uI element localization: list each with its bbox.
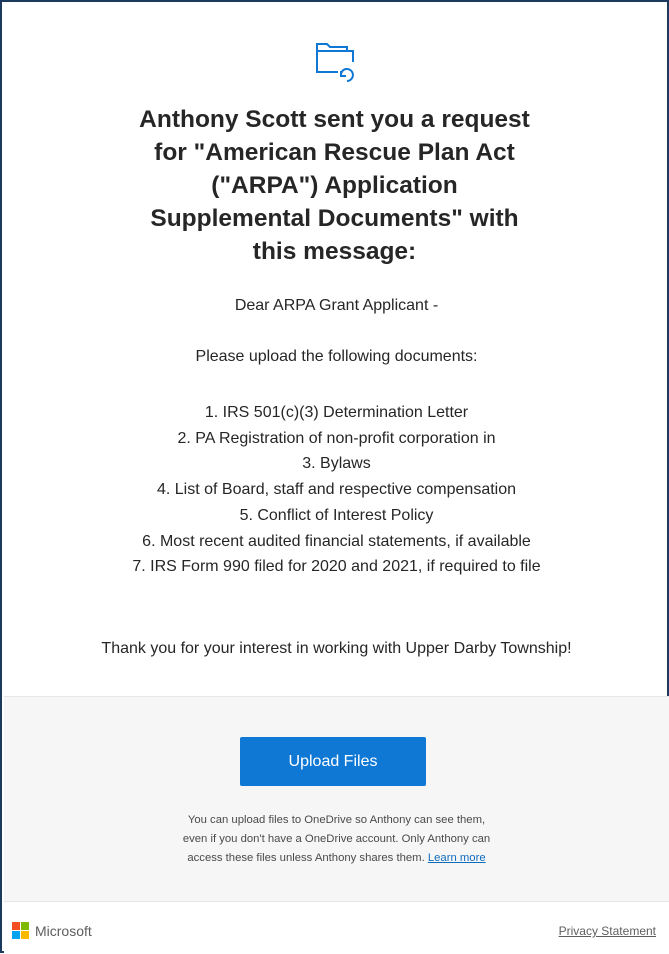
upload-panel: Upload Files You can upload files to One… [4, 696, 669, 902]
email-frame: Anthony Scott sent you a request for "Am… [0, 0, 669, 954]
message-greeting: Dear ARPA Grant Applicant - [234, 297, 439, 314]
list-item: 4. List of Board, staff and respective c… [156, 481, 517, 499]
list-item: 2. PA Registration of non-profit corpora… [177, 429, 496, 447]
upload-note-line: access these files unless Anthony shares… [187, 852, 428, 864]
list-item: 6. Most recent audited financial stateme… [142, 532, 531, 550]
list-item: 7. IRS Form 990 filed for 2020 and 2021,… [132, 558, 541, 576]
message-intro: Please upload the following documents: [195, 348, 478, 365]
list-item: 5. Conflict of Interest Policy [239, 506, 434, 524]
list-item: 3. Bylaws [302, 455, 371, 473]
headline-line: Supplemental Documents" with [150, 205, 519, 232]
microsoft-brand-text: Microsoft [35, 922, 92, 939]
document-list: 1. IRS 501(c)(3) Determination Letter 2.… [12, 400, 661, 580]
message-thanks: Thank you for your interest in working w… [101, 640, 572, 657]
microsoft-logo: Microsoft [12, 922, 92, 939]
privacy-statement-link[interactable]: Privacy Statement [559, 924, 656, 938]
list-item: 1. IRS 501(c)(3) Determination Letter [204, 404, 469, 421]
footer: Microsoft Privacy Statement [4, 901, 669, 954]
shared-folder-icon [316, 43, 354, 82]
headline-line: for "American Rescue Plan Act [154, 139, 515, 166]
upload-note-line: You can upload files to OneDrive so Anth… [187, 814, 486, 826]
learn-more-link[interactable]: Learn more [428, 852, 486, 864]
microsoft-squares-icon [12, 922, 29, 939]
upload-note-line: even if you don't have a OneDrive accoun… [182, 833, 491, 845]
upload-note: You can upload files to OneDrive so Anth… [84, 811, 589, 868]
request-headline: Anthony Scott sent you a request for "Am… [62, 103, 607, 268]
headline-line: Anthony Scott sent you a request [139, 106, 530, 133]
upload-files-button[interactable]: Upload Files [240, 737, 426, 786]
headline-line: ("ARPA") Application [211, 172, 458, 199]
headline-line: this message: [252, 238, 417, 265]
